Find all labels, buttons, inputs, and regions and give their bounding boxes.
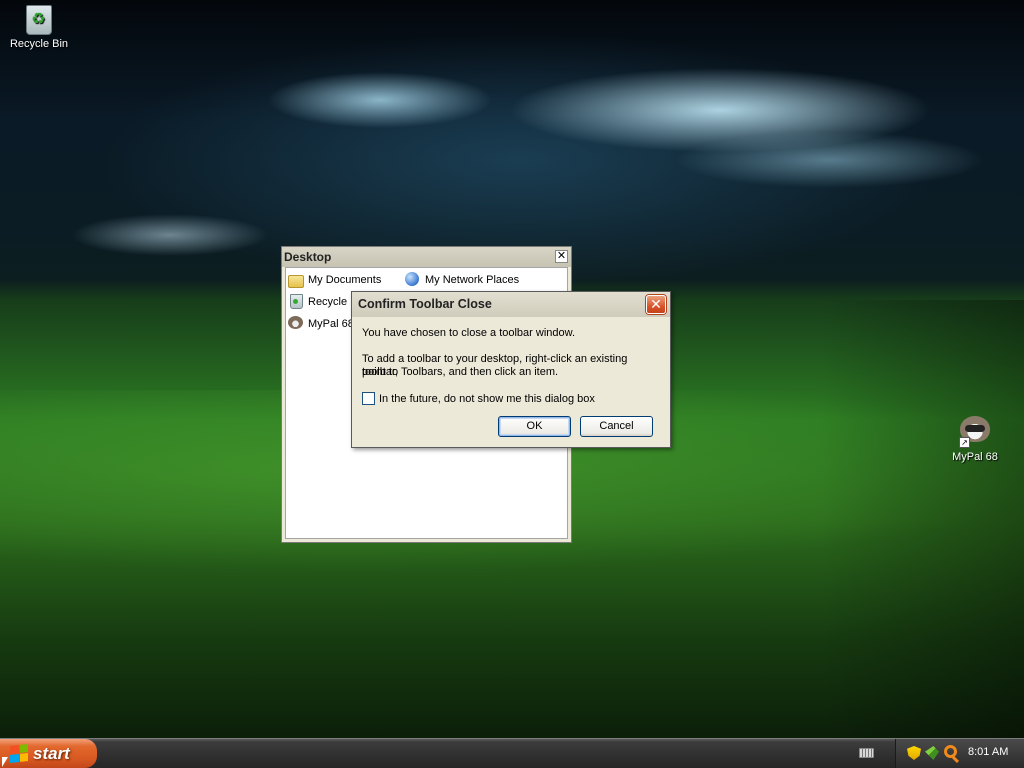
confirm-toolbar-close-dialog: Confirm Toolbar Close ✕ You have chosen … — [351, 291, 671, 448]
toolbar-item-my-network-places[interactable]: My Network Places — [405, 271, 519, 289]
ok-button[interactable]: OK — [498, 416, 571, 437]
network-icon[interactable] — [925, 746, 939, 760]
toolbar-item-label: My Documents — [308, 274, 382, 286]
desktop-background: Recycle Bin ↗ MyPal 68 Desktop ✕ My Docu… — [0, 0, 1024, 738]
desktop-icon-recycle-bin[interactable]: Recycle Bin — [0, 3, 79, 51]
toolbar-item-label: My Network Places — [425, 274, 520, 286]
desktop-icon-label: MyPal 68 — [952, 451, 998, 463]
mouse-cursor-icon — [2, 757, 8, 767]
dont-show-again-checkbox[interactable] — [362, 392, 375, 405]
start-button[interactable]: start — [0, 739, 97, 768]
toolbar-window-title: Desktop — [284, 250, 332, 264]
toolbar-close-button[interactable]: ✕ — [555, 250, 568, 263]
system-tray: 8:01 AM — [895, 739, 1024, 768]
dont-show-again-option[interactable]: In the future, do not show me this dialo… — [362, 392, 595, 405]
desktop-icon-label: Recycle Bin — [9, 38, 69, 50]
folder-icon — [288, 272, 304, 288]
desktop-icon-mypal[interactable]: ↗ MyPal 68 — [935, 413, 1015, 464]
recycle-bin-icon — [288, 294, 304, 310]
toolbar-window-titlebar[interactable]: Desktop ✕ — [282, 247, 571, 267]
shortcut-arrow-icon: ↗ — [959, 437, 970, 448]
dont-show-again-label: In the future, do not show me this dialo… — [379, 392, 595, 405]
toolbar-item-label: MyPal 68 — [308, 318, 354, 330]
search-icon[interactable] — [944, 745, 957, 758]
keyboard-language-icon[interactable] — [859, 748, 874, 758]
toolbar-item-mypal[interactable]: MyPal 68 — [288, 315, 354, 333]
security-shield-icon[interactable] — [907, 746, 921, 760]
mypal-raccoon-icon — [288, 316, 304, 332]
taskbar: start 8:01 AM — [0, 738, 1024, 768]
cancel-button[interactable]: Cancel — [580, 416, 653, 437]
network-places-icon — [405, 272, 421, 288]
dialog-instructions-line2: point to Toolbars, and then click an ite… — [362, 366, 559, 378]
dialog-message: You have chosen to close a toolbar windo… — [362, 327, 576, 339]
mypal-raccoon-icon: ↗ — [959, 416, 991, 448]
clock[interactable]: 8:01 AM — [968, 746, 1008, 758]
windows-logo-icon — [10, 744, 28, 763]
dialog-titlebar[interactable]: Confirm Toolbar Close ✕ — [352, 292, 670, 317]
dialog-close-button[interactable]: ✕ — [646, 295, 666, 314]
window-shadow-decoration — [820, 300, 1024, 738]
recycle-bin-icon — [23, 3, 55, 35]
dialog-title: Confirm Toolbar Close — [358, 297, 492, 311]
start-label: start — [33, 743, 70, 763]
toolbar-item-my-documents[interactable]: My Documents — [288, 271, 381, 289]
